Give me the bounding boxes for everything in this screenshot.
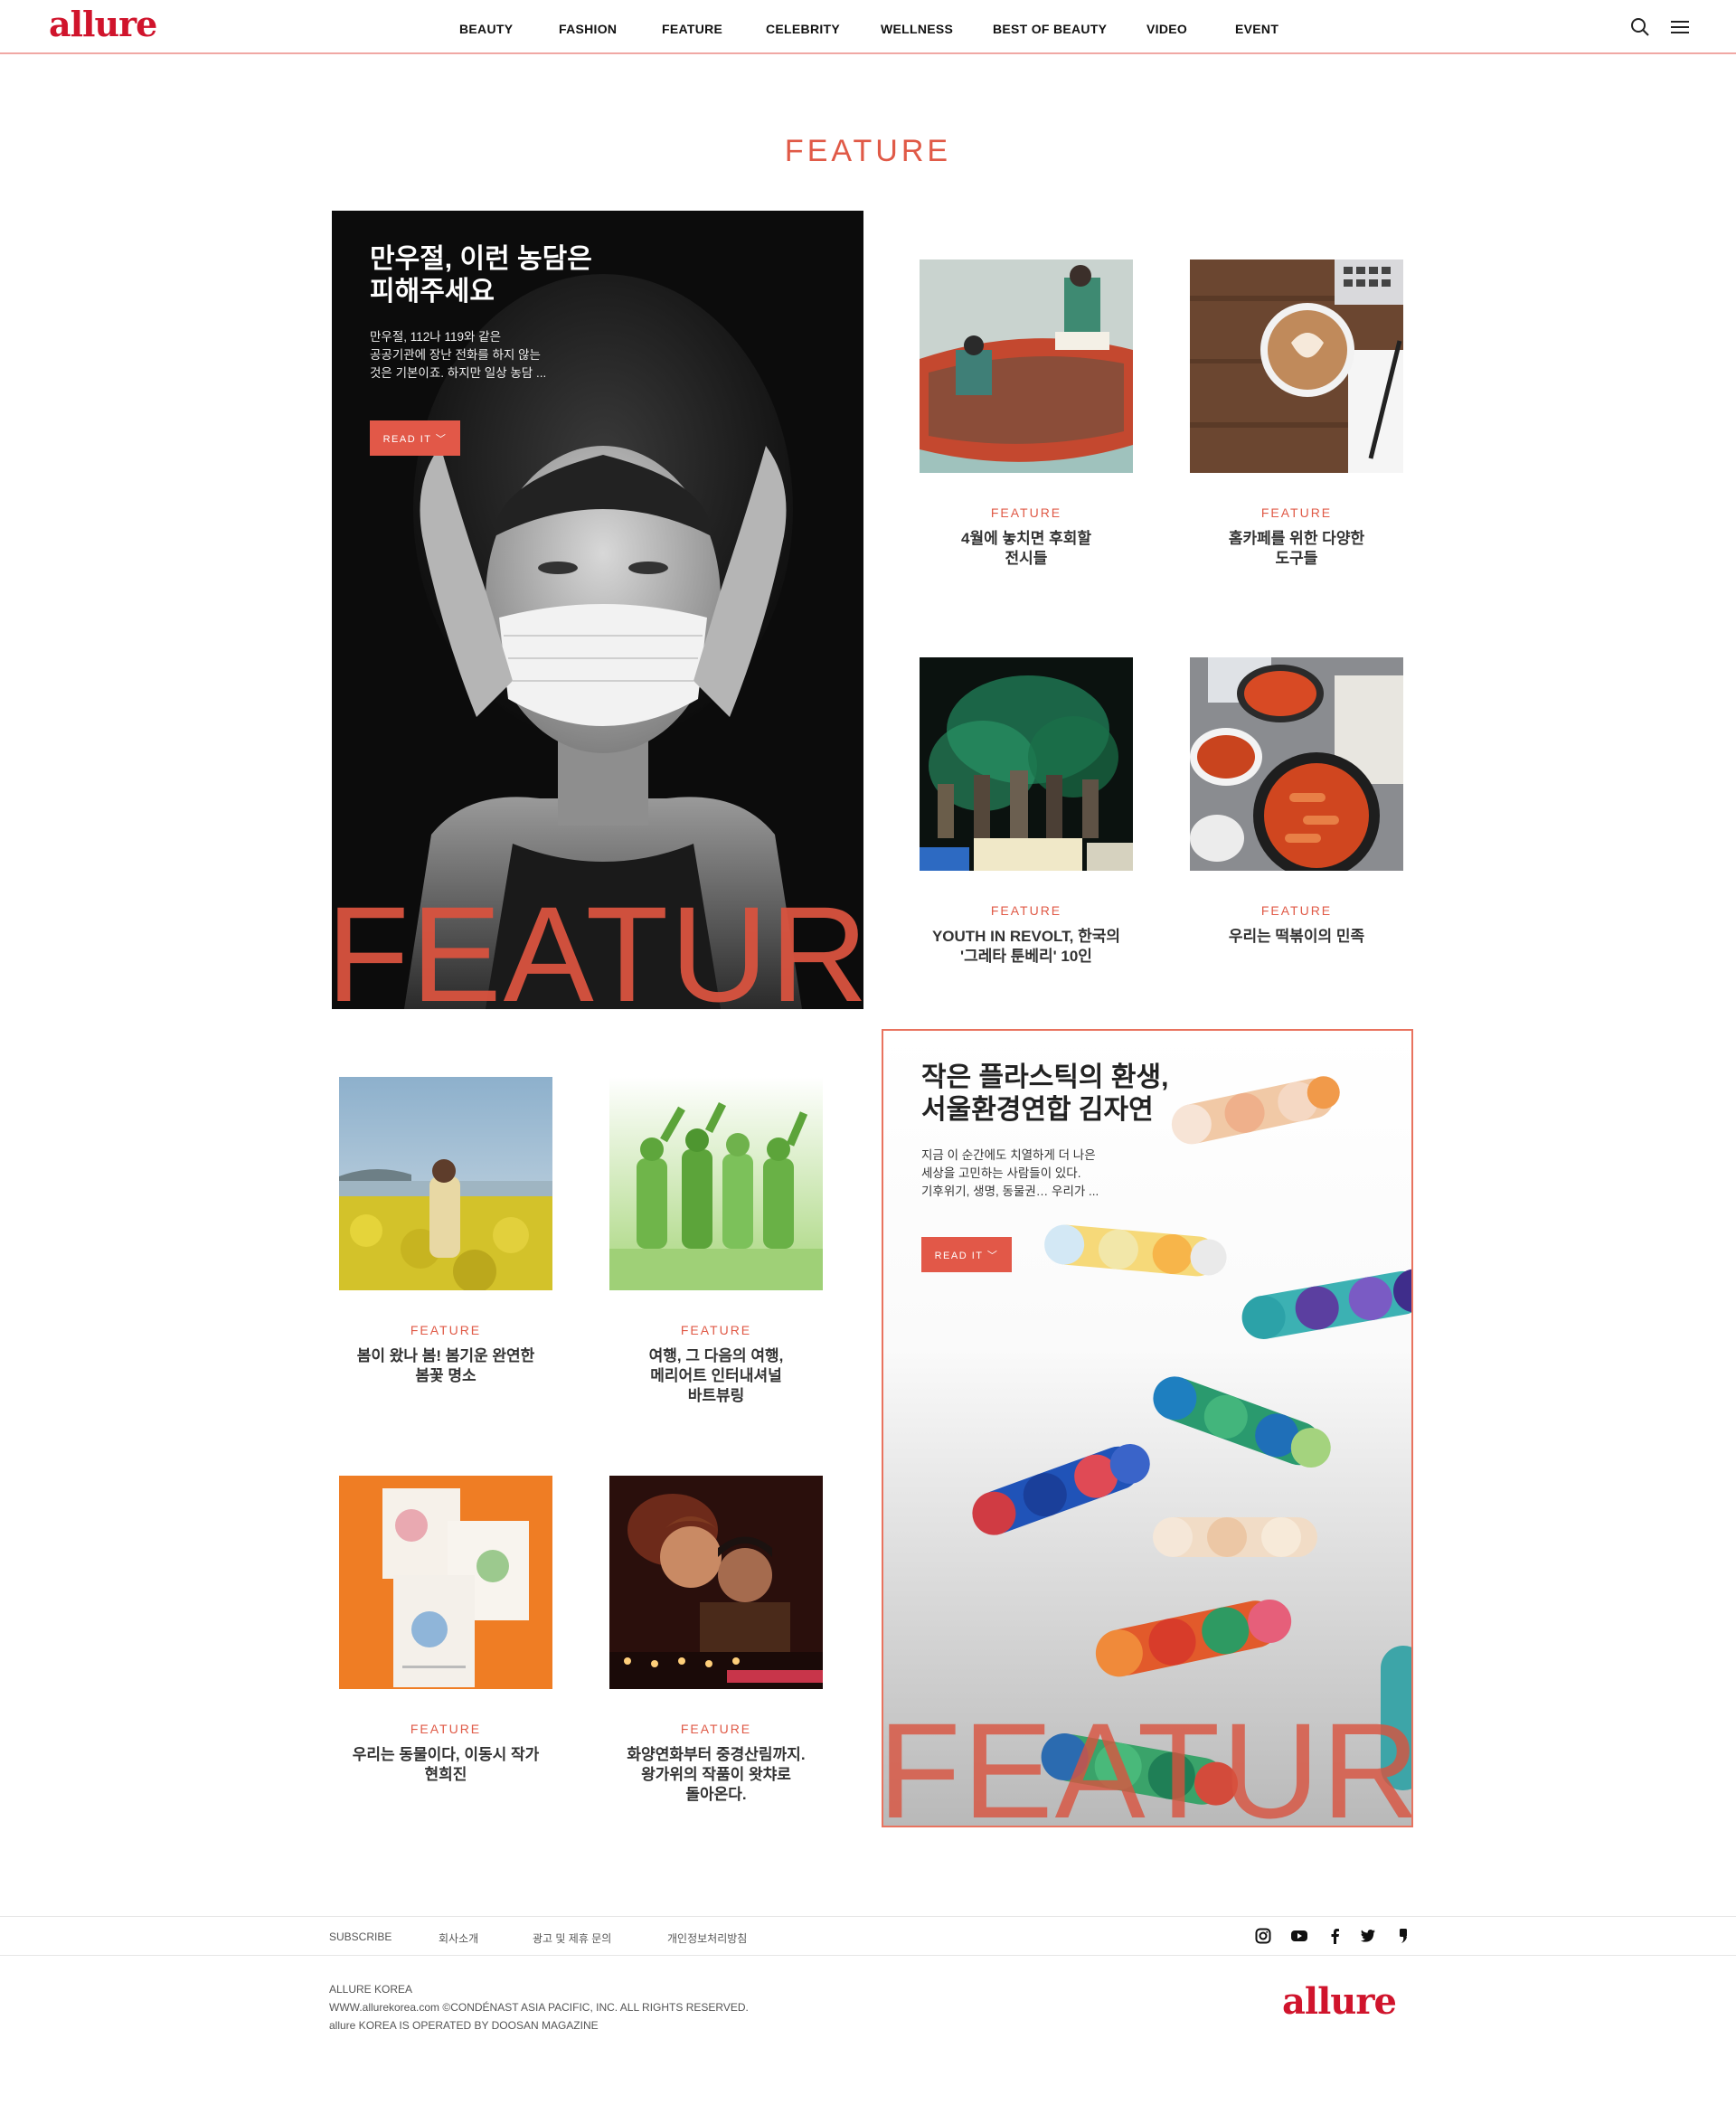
card-april-exhibitions[interactable]: FEATURE 4월에 놓치면 후회할 전시들 <box>920 260 1133 569</box>
card-youth-in-revolt[interactable]: FEATURE YOUTH IN REVOLT, 한국의 '그레타 툰베리' 1… <box>920 657 1133 967</box>
nav-wellness[interactable]: WELLNESS <box>881 22 953 36</box>
hero-article-plastic-rebirth[interactable]: 작은 플라스틱의 환생, 서울환경연합 김자연 지금 이 순간에도 치열하게 더… <box>882 1029 1413 1827</box>
youtube-icon[interactable] <box>1291 1928 1307 1944</box>
card-category[interactable]: FEATURE <box>920 505 1133 520</box>
nav-fashion[interactable]: FASHION <box>559 22 617 36</box>
header-icons <box>1620 16 1693 40</box>
naver-post-icon[interactable] <box>1396 1928 1412 1944</box>
allure-footer-logo[interactable]: allure <box>1282 1980 1397 2023</box>
site-header: allure BEAUTY FASHION FEATURE CELEBRITY … <box>0 0 1736 54</box>
search-icon[interactable] <box>1629 16 1651 38</box>
nav-beauty[interactable]: BEAUTY <box>459 22 513 36</box>
nav-video[interactable]: VIDEO <box>1146 22 1187 36</box>
footer-link-company[interactable]: 회사소개 <box>439 1930 478 1946</box>
hero-description: 만우절, 112나 119와 같은 공공기관에 장난 전화를 하지 않는 것은 … <box>370 330 547 380</box>
footer-copyright: WWW.allurekorea.com ©CONDÉNAST ASIA PACI… <box>329 2001 749 2014</box>
page-title: FEATURE <box>784 134 952 168</box>
feature-watermark: FEATURE <box>882 1694 1413 1827</box>
card-category[interactable]: FEATURE <box>920 903 1133 918</box>
card-thumbnail[interactable] <box>339 1077 552 1290</box>
card-title[interactable]: 봄이 왔나 봄! 봄기운 완연한 봄꽃 명소 <box>339 1346 552 1386</box>
card-thumbnail[interactable] <box>920 260 1133 473</box>
footer-operator: allure KOREA IS OPERATED BY DOOSAN MAGAZ… <box>329 2019 599 2032</box>
nav-best-of-beauty[interactable]: BEST OF BEAUTY <box>993 22 1107 36</box>
card-category[interactable]: FEATURE <box>609 1722 823 1736</box>
card-thumbnail[interactable] <box>339 1476 552 1689</box>
card-marriott-travel[interactable]: FEATURE 여행, 그 다음의 여행, 메리어트 인터내셔널 바트뷰링 <box>609 1077 823 1406</box>
card-category[interactable]: FEATURE <box>339 1722 552 1736</box>
card-home-cafe-tools[interactable]: FEATURE 홈카페를 위한 다양한 도구들 <box>1190 260 1403 569</box>
footer-company-name: ALLURE KOREA <box>329 1983 413 1996</box>
hero-description: 지금 이 순간에도 치열하게 더 나은 세상을 고민하는 사람들이 있다. 기후… <box>921 1148 1099 1198</box>
card-thumbnail[interactable] <box>1190 657 1403 871</box>
card-title[interactable]: 우리는 동물이다, 이동시 작가 현희진 <box>339 1745 552 1785</box>
card-thumbnail[interactable] <box>609 1476 823 1689</box>
read-it-button[interactable]: READ IT ﹀ <box>370 420 460 456</box>
allure-logo[interactable]: allure <box>49 4 157 44</box>
footer-link-subscribe[interactable]: SUBSCRIBE <box>329 1930 392 1943</box>
twitter-icon[interactable] <box>1360 1928 1376 1944</box>
card-title[interactable]: 4월에 놓치면 후회할 전시들 <box>920 529 1133 569</box>
card-title[interactable]: 홈카페를 위한 다양한 도구들 <box>1190 529 1403 569</box>
hero-title[interactable]: 작은 플라스틱의 환생, 서울환경연합 김자연 <box>921 1062 1301 1127</box>
card-thumbnail[interactable] <box>609 1077 823 1290</box>
instagram-icon[interactable] <box>1255 1928 1271 1944</box>
footer-info: ALLURE KOREA WWW.allurekorea.com ©CONDÉN… <box>329 1980 749 2034</box>
hero-article-april-fools[interactable]: 만우절, 이런 농담은 피해주세요 만우절, 112나 119와 같은 공공기관… <box>332 211 863 1009</box>
main-nav: BEAUTY FASHION FEATURE CELEBRITY WELLNES… <box>434 22 1302 40</box>
footer-link-advertising[interactable]: 광고 및 제휴 문의 <box>533 1930 611 1946</box>
card-wong-kar-wai[interactable]: FEATURE 화양연화부터 중경산림까지. 왕가위의 작품이 왓챠로 돌아온다… <box>609 1476 823 1805</box>
card-tteokbokki[interactable]: FEATURE 우리는 떡볶이의 민족 <box>1190 657 1403 947</box>
card-category[interactable]: FEATURE <box>339 1323 552 1337</box>
card-title[interactable]: 우리는 떡볶이의 민족 <box>1190 927 1403 947</box>
card-category[interactable]: FEATURE <box>609 1323 823 1337</box>
card-title[interactable]: 화양연화부터 중경산림까지. 왕가위의 작품이 왓챠로 돌아온다. <box>609 1745 823 1805</box>
nav-celebrity[interactable]: CELEBRITY <box>766 22 840 36</box>
footer-bar: SUBSCRIBE 회사소개 광고 및 제휴 문의 개인정보처리방침 <box>0 1916 1736 1956</box>
card-category[interactable]: FEATURE <box>1190 505 1403 520</box>
menu-icon[interactable] <box>1669 16 1691 38</box>
facebook-icon[interactable] <box>1327 1928 1344 1944</box>
card-title[interactable]: YOUTH IN REVOLT, 한국의 '그레타 툰베리' 10인 <box>920 927 1133 967</box>
hero-title[interactable]: 만우절, 이런 농담은 피해주세요 <box>370 243 750 308</box>
card-title[interactable]: 여행, 그 다음의 여행, 메리어트 인터내셔널 바트뷰링 <box>609 1346 823 1406</box>
read-it-button[interactable]: READ IT ﹀ <box>921 1237 1012 1272</box>
footer-link-privacy[interactable]: 개인정보처리방침 <box>667 1930 747 1946</box>
card-thumbnail[interactable] <box>1190 260 1403 473</box>
feature-watermark: FEATURE <box>332 878 863 1009</box>
nav-event[interactable]: EVENT <box>1235 22 1278 36</box>
card-artist-interview[interactable]: FEATURE 우리는 동물이다, 이동시 작가 현희진 <box>339 1476 552 1785</box>
card-spring-flowers[interactable]: FEATURE 봄이 왔나 봄! 봄기운 완연한 봄꽃 명소 <box>339 1077 552 1386</box>
card-thumbnail[interactable] <box>920 657 1133 871</box>
card-category[interactable]: FEATURE <box>1190 903 1403 918</box>
nav-feature[interactable]: FEATURE <box>662 22 722 36</box>
